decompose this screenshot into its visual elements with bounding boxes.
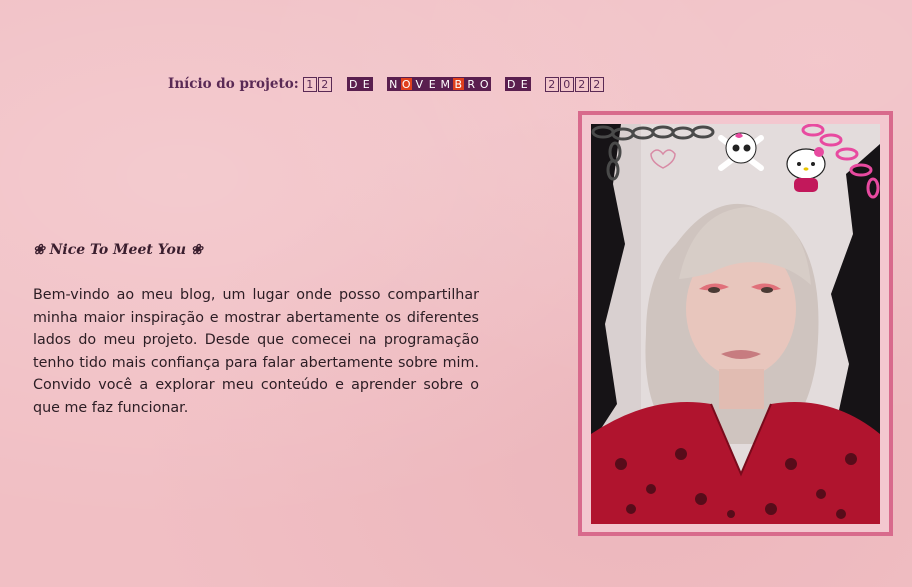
date-year-digit: 2 xyxy=(544,76,559,92)
intro-heading: ❀ Nice To Meet You ❀ xyxy=(33,242,203,258)
date-de-letter: D xyxy=(346,77,360,91)
date-month-letter: M xyxy=(438,77,452,91)
date-month-letter: B xyxy=(451,77,465,91)
project-start-label: Início do projeto: xyxy=(168,76,299,92)
project-start-date: Início do projeto: 1 2 D E NOVEMBRO D E … xyxy=(168,74,605,94)
date-de-letter: E xyxy=(517,77,531,91)
date-year-digit: 2 xyxy=(589,76,604,92)
date-de-letter: E xyxy=(359,77,373,91)
date-year-digit: 0 xyxy=(559,76,574,92)
date-day-digit: 2 xyxy=(317,76,332,92)
date-month-letter: E xyxy=(425,77,439,91)
profile-photo xyxy=(591,124,880,524)
date-month-letter: R xyxy=(464,77,478,91)
date-month-letter: O xyxy=(399,77,413,91)
intro-paragraph: Bem-vindo ao meu blog, um lugar onde pos… xyxy=(33,287,479,416)
profile-photo-frame xyxy=(578,111,893,536)
date-month: NOVEMBRO xyxy=(386,77,491,91)
date-month-letter: N xyxy=(386,77,400,91)
profile-photo-illustration xyxy=(591,124,880,524)
date-de-letter: D xyxy=(504,77,518,91)
date-year-digit: 2 xyxy=(574,76,589,92)
date-month-letter: V xyxy=(412,77,426,91)
date-day-digit: 1 xyxy=(302,76,317,92)
date-month-letter: O xyxy=(477,77,491,91)
